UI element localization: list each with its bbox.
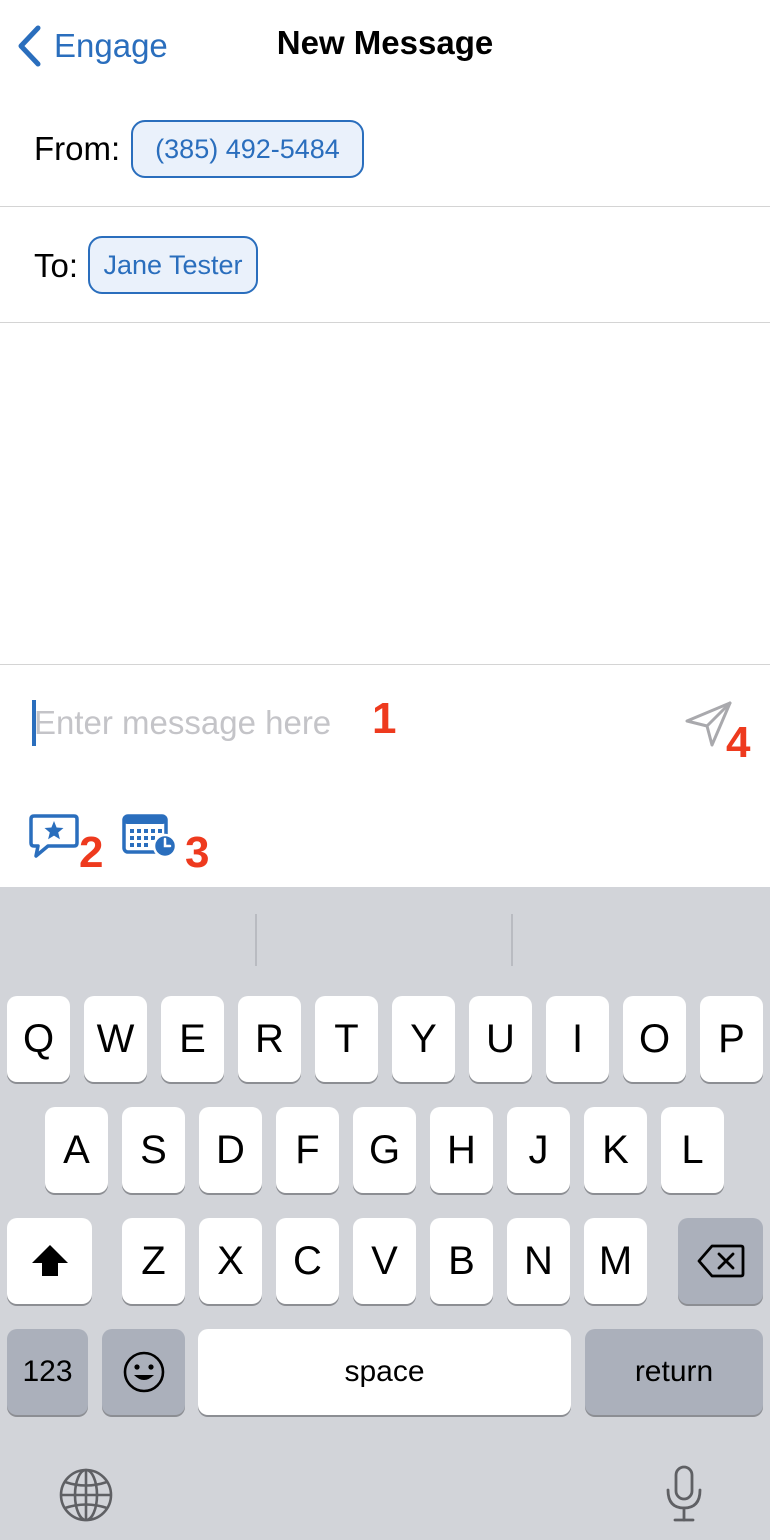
suggestion-divider [511,914,513,966]
key-t[interactable]: T [315,996,378,1082]
space-key[interactable]: space [198,1329,571,1415]
key-n[interactable]: N [507,1218,570,1304]
key-k[interactable]: K [584,1107,647,1193]
delete-key[interactable] [678,1218,763,1304]
microphone-icon[interactable] [664,1464,704,1524]
key-o[interactable]: O [623,996,686,1082]
emoji-key[interactable] [102,1329,185,1415]
key-a[interactable]: A [45,1107,108,1193]
key-r[interactable]: R [238,996,301,1082]
shift-arrow-icon [31,1245,68,1276]
key-d[interactable]: D [199,1107,262,1193]
key-m[interactable]: M [584,1218,647,1304]
keyboard [0,887,770,1540]
page-title: New Message [276,24,494,61]
globe-icon[interactable] [58,1467,114,1523]
to-label: To: [34,247,79,284]
annotation-1: 1 [372,694,397,743]
numbers-key[interactable]: 123 [7,1329,88,1415]
suggestion-divider [255,914,257,966]
key-x[interactable]: X [199,1218,262,1304]
key-y[interactable]: Y [392,996,455,1082]
key-f[interactable]: F [276,1107,339,1193]
from-label: From: [34,130,121,167]
annotation-3: 3 [185,828,210,877]
key-b[interactable]: B [430,1218,493,1304]
key-l[interactable]: L [661,1107,724,1193]
key-j[interactable]: J [507,1107,570,1193]
backspace-icon [697,1244,744,1278]
emoji-icon [123,1351,164,1393]
from-row: From: (385) 492-5484 [0,90,770,207]
key-s[interactable]: S [122,1107,185,1193]
recipient-chip[interactable]: Jane Tester [88,236,258,294]
key-p[interactable]: P [700,996,763,1082]
shift-key[interactable] [7,1218,92,1304]
key-v[interactable]: V [353,1218,416,1304]
key-h[interactable]: H [430,1107,493,1193]
key-e[interactable]: E [161,996,224,1082]
key-w[interactable]: W [84,996,147,1082]
favorite-message-icon[interactable] [28,813,80,859]
from-number-chip[interactable]: (385) 492-5484 [131,120,364,178]
compose-divider [0,664,770,665]
return-key[interactable]: return [585,1329,763,1415]
key-g[interactable]: G [353,1107,416,1193]
to-row: To: Jane Tester [0,207,770,323]
annotation-4: 4 [726,718,751,767]
schedule-calendar-icon[interactable] [122,813,178,859]
annotation-2: 2 [79,828,104,877]
key-q[interactable]: Q [7,996,70,1082]
key-z[interactable]: Z [122,1218,185,1304]
key-u[interactable]: U [469,996,532,1082]
key-i[interactable]: I [546,996,609,1082]
key-c[interactable]: C [276,1218,339,1304]
